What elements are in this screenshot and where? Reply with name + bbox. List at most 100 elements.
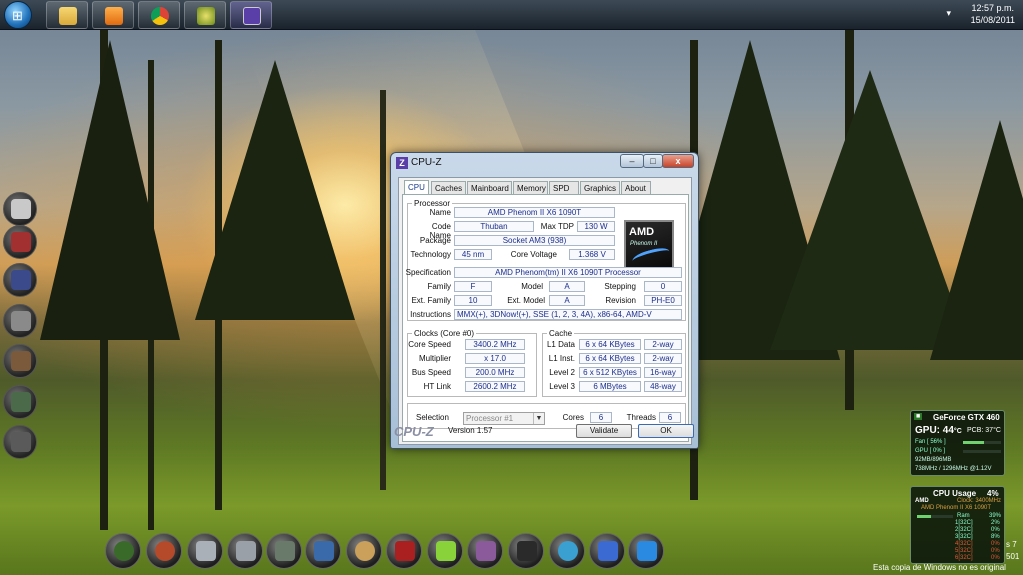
l1inst-label: L1 Inst. bbox=[548, 354, 575, 363]
stepping-value: 0 bbox=[644, 281, 682, 292]
dock-bottom-item[interactable] bbox=[187, 533, 223, 569]
ok-button[interactable]: OK bbox=[638, 424, 694, 438]
cpu-usage-gadget[interactable]: CPU Usage 4% AMD Clock: 3400MHz AMD Phen… bbox=[910, 486, 1005, 564]
taskbar-clock[interactable]: 12:57 p.m. 15/08/2011 bbox=[971, 2, 1015, 26]
level2-value: 6 x 512 KBytes bbox=[579, 367, 641, 378]
watermark-line-1: s 7 bbox=[1006, 540, 1017, 549]
stepping-label: Stepping bbox=[604, 282, 636, 291]
model-value: A bbox=[549, 281, 585, 292]
dock-bottom-item[interactable] bbox=[628, 533, 664, 569]
game-icon bbox=[275, 541, 295, 561]
phenom-swoosh-icon bbox=[631, 245, 671, 267]
game-icon bbox=[598, 541, 618, 561]
dock-bottom-item[interactable] bbox=[266, 533, 302, 569]
dock-bottom-item[interactable] bbox=[105, 533, 141, 569]
tray-expand-icon[interactable]: ▾ bbox=[946, 8, 951, 19]
dock-bottom-item[interactable] bbox=[549, 533, 585, 569]
tab-about[interactable]: About bbox=[621, 181, 651, 195]
specification-value: AMD Phenom(tm) II X6 1090T Processor bbox=[454, 267, 682, 278]
gpu-temp-value: GPU: 44 bbox=[915, 425, 954, 436]
window-titlebar[interactable]: Z CPU-Z – □ x bbox=[391, 153, 698, 173]
level3-label: Level 3 bbox=[549, 382, 575, 391]
dock-left-item[interactable] bbox=[3, 304, 37, 338]
extfamily-value: 10 bbox=[454, 295, 492, 306]
specification-label: Specification bbox=[405, 268, 451, 277]
core-6: 6[32C] bbox=[955, 555, 973, 561]
tab-graphics[interactable]: Graphics bbox=[580, 181, 620, 195]
busspeed-label: Bus Speed bbox=[411, 368, 451, 377]
family-label: Family bbox=[427, 282, 451, 291]
dock-bottom-item[interactable] bbox=[386, 533, 422, 569]
cpuz-client-area: CPU Caches Mainboard Memory SPD Graphics… bbox=[398, 177, 692, 445]
window-footer: CPU-Z Version 1.57 Validate OK bbox=[391, 420, 698, 440]
game-icon bbox=[436, 541, 456, 561]
instructions-value: MMX(+), 3DNow!(+), SSE (1, 2, 3, 4A), x8… bbox=[454, 309, 682, 320]
cache-legend: Cache bbox=[549, 329, 573, 338]
folder-icon bbox=[59, 7, 77, 25]
cpuz-app-icon: Z bbox=[396, 157, 408, 169]
core-2-value: 0% bbox=[991, 527, 1000, 533]
dock-bottom-item[interactable] bbox=[305, 533, 341, 569]
maxtdp-label: Max TDP bbox=[540, 222, 574, 231]
version-text: Version 1.57 bbox=[448, 426, 493, 435]
corespeed-label: Core Speed bbox=[408, 340, 451, 349]
tab-spd[interactable]: SPD bbox=[549, 181, 579, 195]
fan-speed: Fan [ 56% ] bbox=[915, 439, 946, 445]
dock-left-item[interactable] bbox=[3, 225, 37, 259]
tab-mainboard[interactable]: Mainboard bbox=[467, 181, 512, 195]
l1data-way: 2-way bbox=[644, 339, 682, 350]
technology-label: Technology bbox=[410, 250, 451, 259]
gpu-load-bar bbox=[963, 450, 1001, 453]
dock-bottom-item[interactable] bbox=[467, 533, 503, 569]
cpuz-brand: CPU-Z bbox=[394, 424, 434, 439]
gpu-temp-unit: °C bbox=[953, 428, 962, 435]
cpuz-window: Z CPU-Z – □ x CPU Caches Mainboard Memor… bbox=[390, 152, 699, 449]
model-label: Model bbox=[521, 282, 543, 291]
minimize-button[interactable]: – bbox=[620, 154, 644, 168]
dock-left-item[interactable] bbox=[3, 425, 37, 459]
processor-legend: Processor bbox=[414, 199, 451, 208]
dock-bottom-item[interactable] bbox=[508, 533, 544, 569]
gpu-monitor-gadget[interactable]: ■ GeForce GTX 460 GPU: 44°C PCB: 37°C Fa… bbox=[910, 410, 1005, 476]
pine-tree bbox=[195, 60, 355, 320]
chrome-button[interactable] bbox=[138, 1, 180, 29]
instructions-label: Instructions bbox=[410, 310, 451, 319]
pine-tree bbox=[930, 120, 1023, 360]
busspeed-value: 200.0 MHz bbox=[465, 367, 525, 378]
dock-bottom-item[interactable] bbox=[346, 533, 382, 569]
dock-bottom-item[interactable] bbox=[589, 533, 625, 569]
taskbar: ⊞ ▾ 12:57 p.m. 15/08/2011 bbox=[0, 0, 1023, 30]
core-3: 3[32C] bbox=[955, 534, 973, 540]
fan-bar bbox=[963, 441, 1001, 444]
dock-bottom-item[interactable] bbox=[227, 533, 263, 569]
dock-left-item[interactable] bbox=[3, 192, 37, 226]
dock-bottom-item[interactable] bbox=[427, 533, 463, 569]
level2-way: 16-way bbox=[644, 367, 682, 378]
ram-bar bbox=[917, 515, 953, 518]
htlink-value: 2600.2 MHz bbox=[465, 381, 525, 392]
game-icon bbox=[236, 541, 256, 561]
name-value: AMD Phenom II X6 1090T bbox=[454, 207, 615, 218]
nvidia-icon: ■ bbox=[914, 413, 923, 420]
app-button[interactable] bbox=[184, 1, 226, 29]
package-value: Socket AM3 (938) bbox=[454, 235, 615, 246]
phenom-logo-text: Phenom II bbox=[630, 241, 658, 247]
media-player-button[interactable] bbox=[92, 1, 134, 29]
start-button[interactable]: ⊞ bbox=[4, 1, 32, 29]
close-button[interactable]: x bbox=[662, 154, 694, 168]
cpu-usage-title: CPU Usage bbox=[933, 489, 977, 498]
dock-left-item[interactable] bbox=[3, 385, 37, 419]
cpuz-taskbar-button[interactable] bbox=[230, 1, 272, 29]
explorer-button[interactable] bbox=[46, 1, 88, 29]
tab-caches[interactable]: Caches bbox=[431, 181, 466, 195]
validate-button[interactable]: Validate bbox=[576, 424, 632, 438]
level3-value: 6 MBytes bbox=[579, 381, 641, 392]
tab-memory[interactable]: Memory bbox=[513, 181, 548, 195]
tree-trunk bbox=[380, 90, 386, 490]
extmodel-value: A bbox=[549, 295, 585, 306]
dock-bottom-item[interactable] bbox=[146, 533, 182, 569]
dock-left-item[interactable] bbox=[3, 344, 37, 378]
dock-left-item[interactable] bbox=[3, 263, 37, 297]
core-3-value: 8% bbox=[991, 534, 1000, 540]
maximize-button[interactable]: □ bbox=[643, 154, 663, 168]
